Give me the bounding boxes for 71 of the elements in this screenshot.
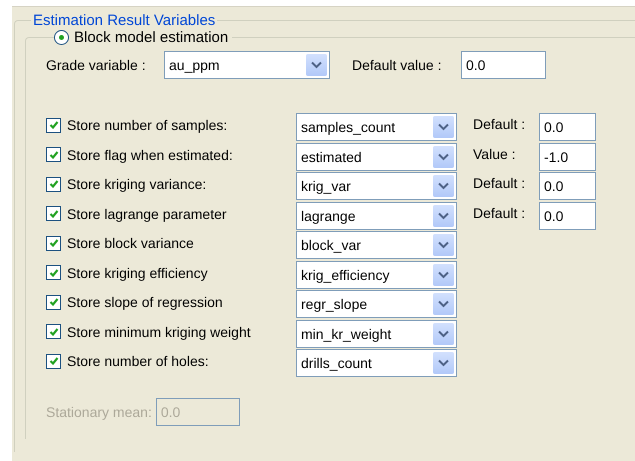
- radio-button[interactable]: [54, 30, 69, 45]
- stationary-mean-label: Stationary mean:: [46, 404, 152, 420]
- chevron-down-icon: [438, 270, 449, 278]
- chevron-down-icon: [438, 241, 449, 249]
- checkbox-label: Store kriging variance:: [67, 176, 206, 192]
- checkbox-label: Store kriging efficiency: [67, 264, 208, 280]
- side-value-field[interactable]: 0.0: [539, 113, 596, 141]
- side-value-field[interactable]: -1.0: [539, 142, 596, 170]
- checkmark-icon: [48, 179, 58, 189]
- variable-dropdown[interactable]: min_kr_weight: [296, 320, 457, 348]
- checkbox-label: Store number of samples:: [67, 117, 228, 133]
- variable-dropdown[interactable]: krig_efficiency: [296, 260, 457, 288]
- dropdown-button[interactable]: [433, 322, 454, 344]
- dropdown-button[interactable]: [433, 204, 454, 226]
- chevron-down-icon: [438, 123, 449, 131]
- group-title: Estimation Result Variables: [32, 12, 216, 29]
- checkbox-label: Store lagrange parameter: [67, 206, 227, 222]
- checkmark-icon: [48, 268, 58, 278]
- side-label: Value :: [473, 144, 517, 162]
- variable-dropdown[interactable]: block_var: [296, 231, 457, 259]
- checkmark-icon: [48, 297, 58, 307]
- variable-dropdown[interactable]: krig_var: [296, 172, 457, 200]
- dropdown-button[interactable]: [433, 293, 454, 315]
- side-label: Default :: [473, 204, 526, 220]
- chevron-down-icon: [438, 300, 449, 308]
- side-value-field[interactable]: 0.0: [539, 202, 596, 230]
- chevron-down-icon: [438, 212, 449, 220]
- checkbox[interactable]: [46, 324, 61, 339]
- checkmark-icon: [48, 356, 58, 366]
- dropdown-button[interactable]: [433, 146, 454, 168]
- checkbox[interactable]: [46, 294, 61, 310]
- checkmark-icon: [48, 208, 58, 218]
- checkbox-label: Store number of holes:: [67, 353, 209, 369]
- dropdown-button[interactable]: [433, 352, 454, 374]
- checkbox-label: Store minimum kriging weight: [67, 324, 251, 340]
- checkmark-icon: [48, 238, 58, 248]
- dropdown-button[interactable]: [433, 264, 454, 286]
- dropdown-button[interactable]: [433, 175, 454, 197]
- checkbox[interactable]: [46, 206, 61, 221]
- checkbox[interactable]: [46, 147, 61, 162]
- variable-dropdown[interactable]: lagrange: [296, 202, 457, 230]
- chevron-down-icon: [311, 61, 322, 69]
- checkbox-label: Store block variance: [67, 235, 194, 251]
- checkbox[interactable]: [46, 176, 61, 192]
- checkbox[interactable]: [46, 236, 61, 250]
- variable-dropdown[interactable]: drills_count: [296, 349, 457, 377]
- dropdown-button[interactable]: [433, 116, 454, 138]
- checkbox[interactable]: [46, 265, 61, 280]
- variable-dropdown[interactable]: samples_count: [296, 113, 457, 141]
- default-value-label: Default value :: [352, 57, 442, 73]
- chevron-down-icon: [438, 330, 449, 338]
- side-label: Default :: [473, 174, 526, 191]
- chevron-down-icon: [438, 182, 449, 190]
- checkbox-label: Store slope of regression: [67, 294, 223, 310]
- default-value-field[interactable]: 0.0: [461, 51, 546, 79]
- variable-dropdown[interactable]: regr_slope: [296, 290, 457, 318]
- checkmark-icon: [48, 326, 58, 336]
- chevron-down-icon: [438, 152, 449, 160]
- checkbox[interactable]: [46, 354, 61, 368]
- dropdown-button[interactable]: [306, 54, 327, 76]
- side-label: Default :: [473, 115, 526, 132]
- side-value-field[interactable]: 0.0: [539, 172, 596, 200]
- checkmark-icon: [48, 120, 58, 130]
- chevron-down-icon: [438, 359, 449, 367]
- dropdown-button[interactable]: [433, 234, 454, 256]
- checkmark-icon: [48, 150, 58, 160]
- checkbox-label: Store flag when estimated:: [67, 146, 233, 162]
- checkbox[interactable]: [46, 118, 61, 132]
- grade-dropdown[interactable]: au_ppm: [164, 51, 330, 79]
- grade-label: Grade variable :: [46, 57, 147, 73]
- variable-dropdown[interactable]: estimated: [296, 142, 457, 170]
